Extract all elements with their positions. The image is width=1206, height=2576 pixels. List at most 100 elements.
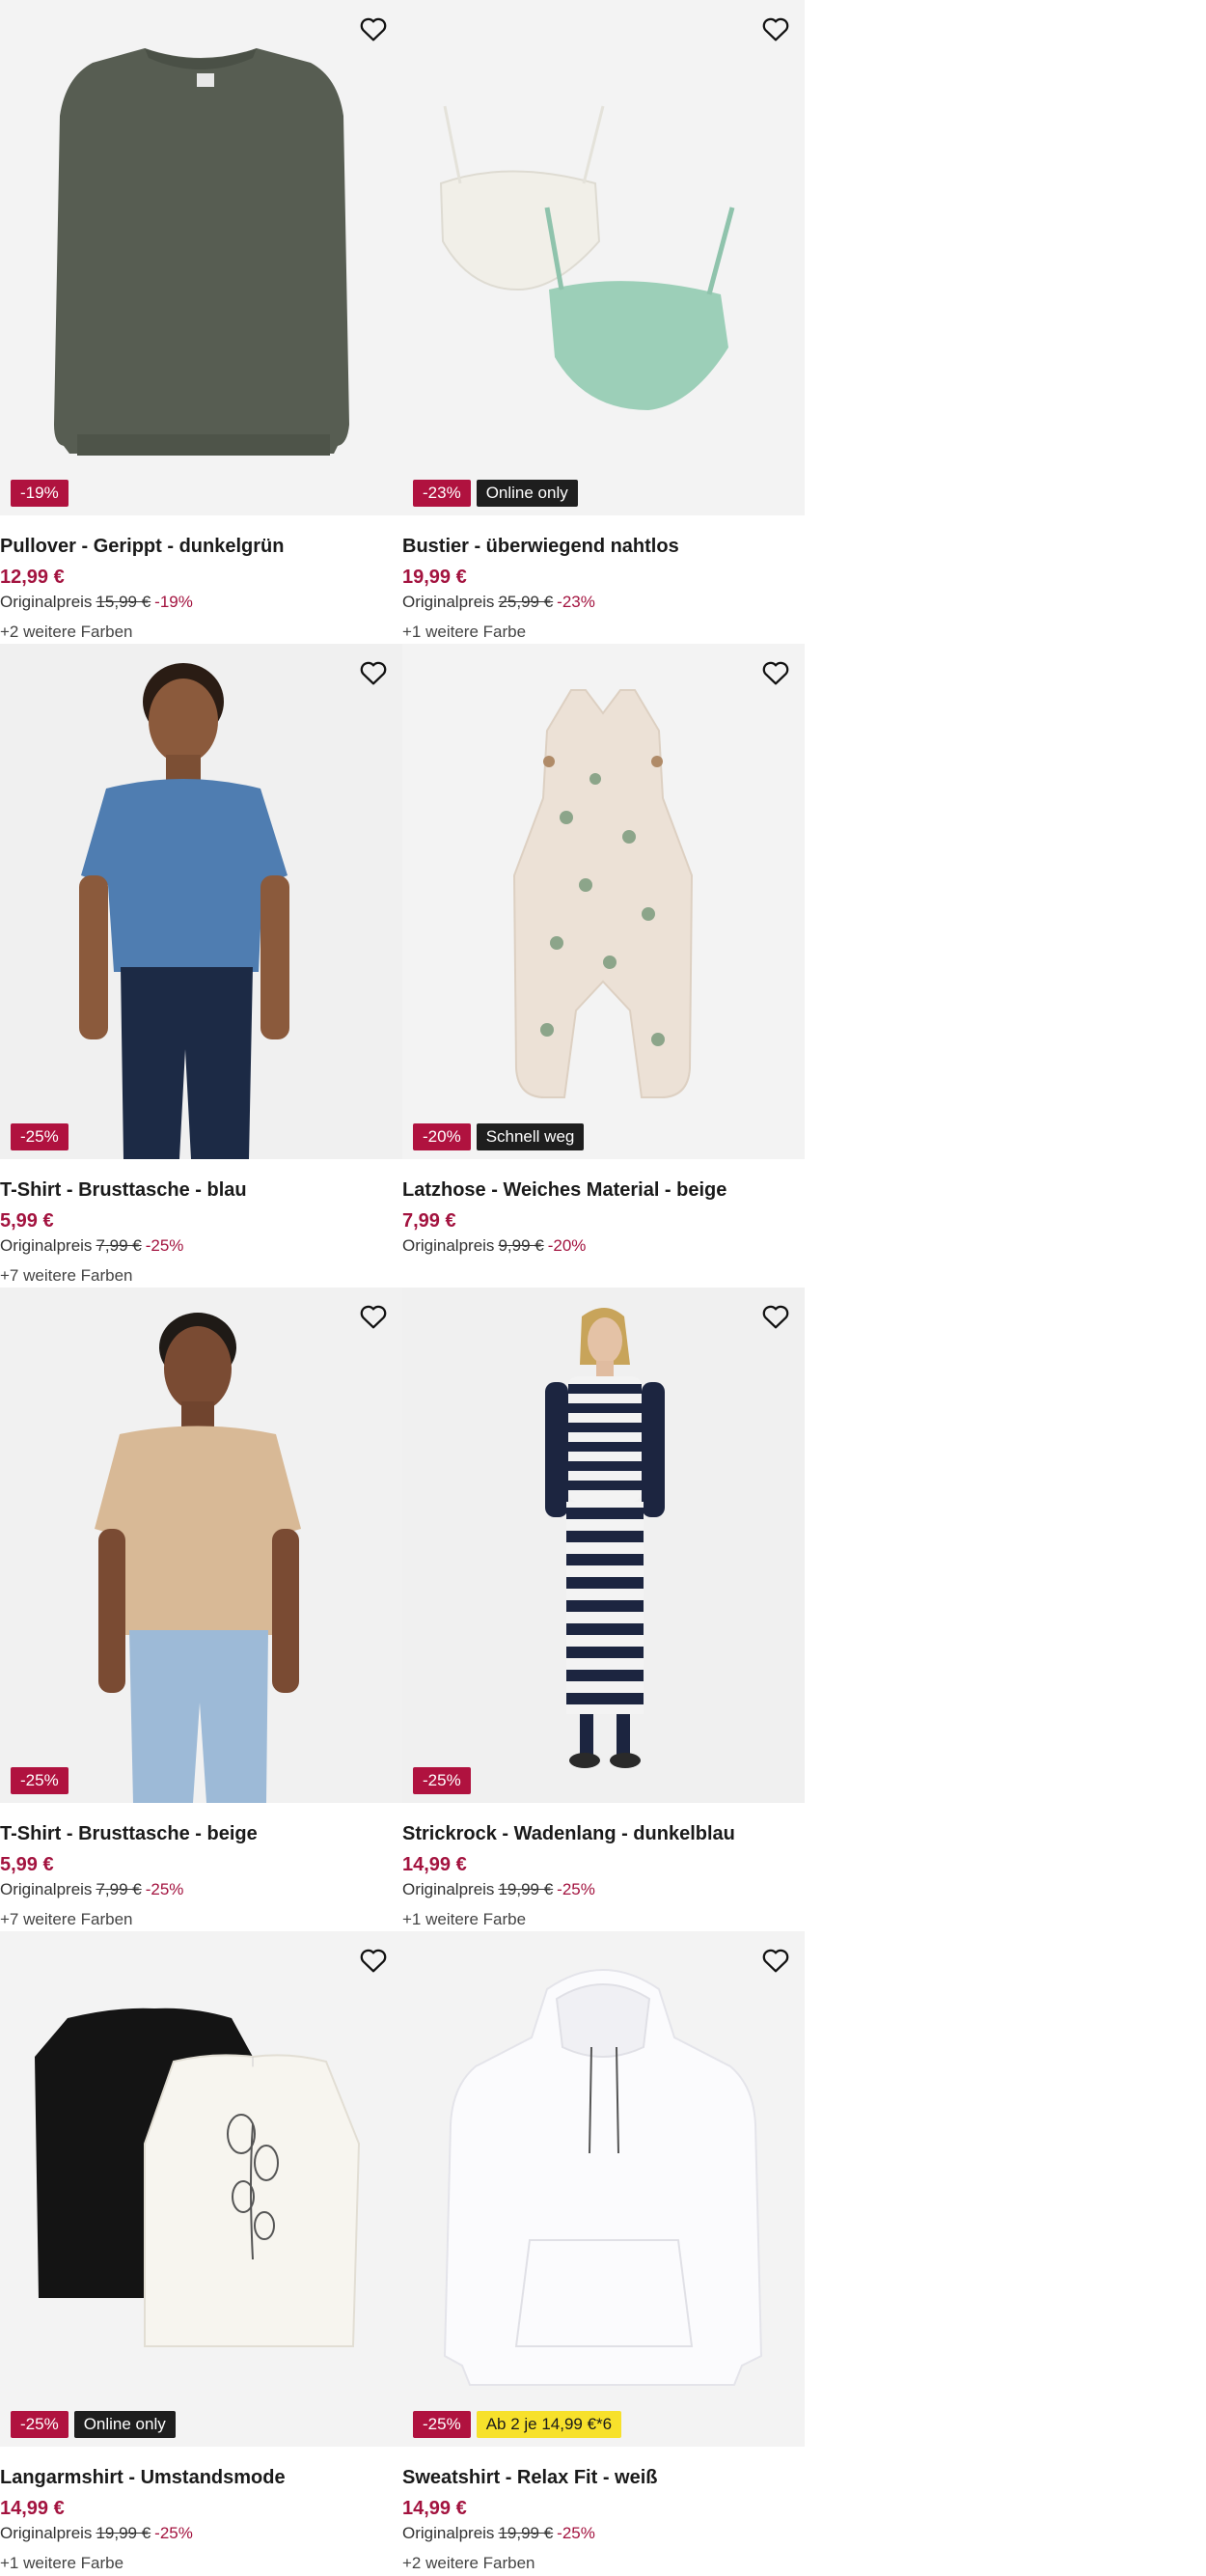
product-price: 5,99 € xyxy=(0,1210,54,1232)
product-info: Latzhose - Weiches Material - beige 7,99… xyxy=(402,1177,798,1257)
product-image[interactable] xyxy=(0,644,402,1159)
original-price-line: Originalpreis 19,99 € -25% xyxy=(402,2523,798,2544)
product-info: Sweatshirt - Relax Fit - weiß 14,99 € Or… xyxy=(402,2465,798,2574)
original-price: 9,99 € xyxy=(498,1236,544,1255)
product-card[interactable]: -25% Ab 2 je 14,99 €*6 Sweatshirt - Rela… xyxy=(402,1931,805,2575)
product-image[interactable] xyxy=(402,1931,805,2447)
discount-badge: -25% xyxy=(413,2411,471,2438)
product-card[interactable]: -20% Schnell weg Latzhose - Weiches Mate… xyxy=(402,644,805,1288)
product-card[interactable]: -25% T-Shirt - Brusttasche - beige 5,99 … xyxy=(0,1288,402,1931)
product-card[interactable]: -25% Online only Langarmshirt - Umstands… xyxy=(0,1931,402,2575)
original-price-line: Originalpreis 7,99 € -25% xyxy=(0,1235,396,1257)
product-title[interactable]: Bustier - überwiegend nahtlos xyxy=(402,534,798,559)
more-colors-link[interactable]: +1 weitere Farbe xyxy=(402,622,798,643)
original-price-label: Originalpreis xyxy=(0,593,93,611)
online-only-badge: Online only xyxy=(476,480,578,507)
discount-badge: -25% xyxy=(11,1767,69,1794)
badge-row: -25% Online only xyxy=(11,2411,176,2438)
multibuy-offer-badge: Ab 2 je 14,99 €*6 xyxy=(476,2411,622,2438)
badge-row: -25% xyxy=(413,1767,471,1794)
product-title[interactable]: T-Shirt - Brusttasche - beige xyxy=(0,1821,396,1846)
badge-row: -20% Schnell weg xyxy=(413,1123,585,1150)
product-info: T-Shirt - Brusttasche - blau 5,99 € Orig… xyxy=(0,1177,396,1287)
product-title[interactable]: T-Shirt - Brusttasche - blau xyxy=(0,1177,396,1203)
wishlist-heart-icon[interactable] xyxy=(758,1299,793,1334)
product-title[interactable]: Sweatshirt - Relax Fit - weiß xyxy=(402,2465,798,2490)
badge-row: -25% xyxy=(11,1767,69,1794)
original-price-line: Originalpreis 25,99 € -23% xyxy=(402,592,798,613)
badge-row: -19% xyxy=(11,480,69,507)
original-price-label: Originalpreis xyxy=(402,1236,495,1255)
wishlist-heart-icon[interactable] xyxy=(356,655,391,690)
original-price-label: Originalpreis xyxy=(402,1880,495,1898)
original-price-line: Originalpreis 19,99 € -25% xyxy=(0,2523,396,2544)
wishlist-heart-icon[interactable] xyxy=(356,12,391,46)
product-info: Bustier - überwiegend nahtlos 19,99 € Or… xyxy=(402,534,798,643)
original-price-line: Originalpreis 19,99 € -25% xyxy=(402,1879,798,1900)
original-price-label: Originalpreis xyxy=(402,2524,495,2542)
product-info: Langarmshirt - Umstandsmode 14,99 € Orig… xyxy=(0,2465,396,2574)
product-title[interactable]: Pullover - Gerippt - dunkelgrün xyxy=(0,534,396,559)
more-colors-link[interactable]: +7 weitere Farben xyxy=(0,1265,396,1287)
badge-row: -25% xyxy=(11,1123,69,1150)
original-price: 25,99 € xyxy=(498,593,554,611)
discount-badge: -25% xyxy=(413,1767,471,1794)
product-image[interactable] xyxy=(402,644,805,1159)
discount-percent: -25% xyxy=(557,2524,595,2542)
wishlist-heart-icon[interactable] xyxy=(356,1943,391,1978)
original-price-line: Originalpreis 9,99 € -20% xyxy=(402,1235,798,1257)
wishlist-heart-icon[interactable] xyxy=(758,655,793,690)
original-price: 19,99 € xyxy=(498,1880,554,1898)
discount-percent: -25% xyxy=(145,1236,184,1255)
discount-percent: -25% xyxy=(145,1880,184,1898)
wishlist-heart-icon[interactable] xyxy=(758,1943,793,1978)
original-price-line: Originalpreis 7,99 € -25% xyxy=(0,1879,396,1900)
product-card[interactable]: -25% T-Shirt - Brusttasche - blau 5,99 €… xyxy=(0,644,402,1288)
discount-percent: -25% xyxy=(557,1880,595,1898)
more-colors-link[interactable]: +1 weitere Farbe xyxy=(0,2553,396,2574)
original-price-label: Originalpreis xyxy=(0,2524,93,2542)
product-info: Pullover - Gerippt - dunkelgrün 12,99 € … xyxy=(0,534,396,643)
more-colors-link[interactable]: +2 weitere Farben xyxy=(0,622,396,643)
product-card[interactable]: -19% Pullover - Gerippt - dunkelgrün 12,… xyxy=(0,0,402,644)
discount-badge: -23% xyxy=(413,480,471,507)
more-colors-link[interactable]: +2 weitere Farben xyxy=(402,2553,798,2574)
product-price: 14,99 € xyxy=(0,2498,65,2519)
original-price-label: Originalpreis xyxy=(0,1236,93,1255)
product-card[interactable]: -23% Online only Bustier - überwiegend n… xyxy=(402,0,805,644)
original-price-line: Originalpreis 15,99 € -19% xyxy=(0,592,396,613)
discount-percent: -20% xyxy=(547,1236,587,1255)
product-info: Strickrock - Wadenlang - dunkelblau 14,9… xyxy=(402,1821,798,1930)
product-grid: -19% Pullover - Gerippt - dunkelgrün 12,… xyxy=(0,0,805,2575)
product-image[interactable] xyxy=(402,1288,805,1803)
product-price: 5,99 € xyxy=(0,1854,54,1875)
product-title[interactable]: Strickrock - Wadenlang - dunkelblau xyxy=(402,1821,798,1846)
more-colors-link[interactable]: +1 weitere Farbe xyxy=(402,1909,798,1930)
original-price-label: Originalpreis xyxy=(0,1880,93,1898)
product-card[interactable]: -25% Strickrock - Wadenlang - dunkelblau… xyxy=(402,1288,805,1931)
discount-badge: -19% xyxy=(11,480,69,507)
wishlist-heart-icon[interactable] xyxy=(758,12,793,46)
discount-badge: -20% xyxy=(413,1123,471,1150)
original-price: 7,99 € xyxy=(96,1880,142,1898)
original-price: 15,99 € xyxy=(96,593,151,611)
discount-percent: -25% xyxy=(154,2524,193,2542)
product-title[interactable]: Langarmshirt - Umstandsmode xyxy=(0,2465,396,2490)
original-price: 19,99 € xyxy=(498,2524,554,2542)
product-image[interactable] xyxy=(0,0,402,515)
product-image[interactable] xyxy=(402,0,805,515)
product-price: 14,99 € xyxy=(402,2498,467,2519)
badge-row: -25% Ab 2 je 14,99 €*6 xyxy=(413,2411,622,2438)
more-colors-link[interactable]: +7 weitere Farben xyxy=(0,1909,396,1930)
product-image[interactable] xyxy=(0,1931,402,2447)
product-info: T-Shirt - Brusttasche - beige 5,99 € Ori… xyxy=(0,1821,396,1930)
discount-percent: -19% xyxy=(154,593,193,611)
product-title[interactable]: Latzhose - Weiches Material - beige xyxy=(402,1177,798,1203)
original-price: 7,99 € xyxy=(96,1236,142,1255)
product-image[interactable] xyxy=(0,1288,402,1803)
original-price: 19,99 € xyxy=(96,2524,151,2542)
wishlist-heart-icon[interactable] xyxy=(356,1299,391,1334)
product-price: 12,99 € xyxy=(0,567,65,588)
discount-badge: -25% xyxy=(11,1123,69,1150)
discount-badge: -25% xyxy=(11,2411,69,2438)
